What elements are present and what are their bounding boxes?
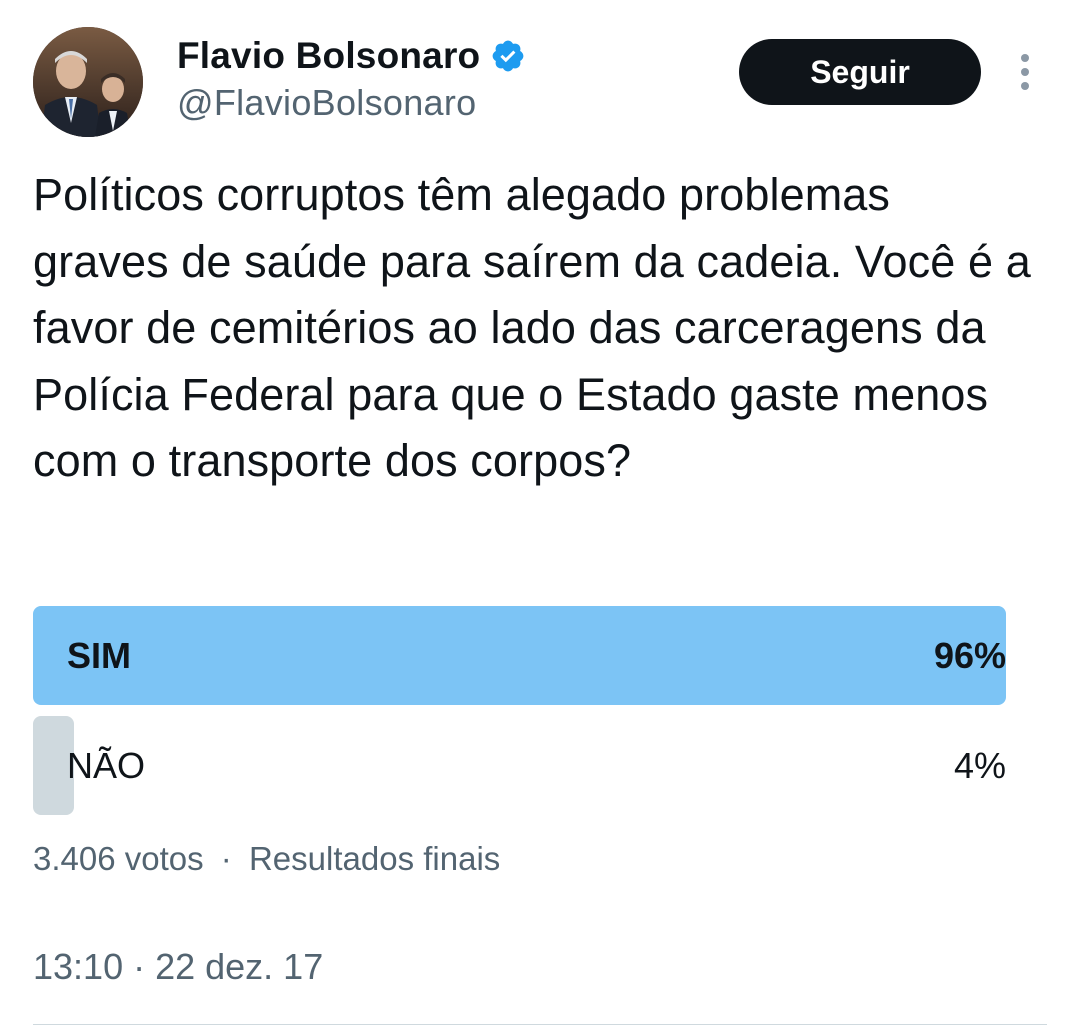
poll-option-nao: NÃO 4% [33, 716, 1006, 815]
poll-option-percent: 4% [953, 744, 1006, 786]
separator-dot: · [220, 840, 232, 877]
avatar[interactable] [33, 27, 143, 137]
poll-vote-count: 3.406 votos [33, 840, 204, 877]
poll-option-label: SIM [67, 634, 132, 676]
poll-option-percent: 96% [933, 634, 1006, 676]
tweet-timestamp[interactable]: 13:10 · 22 dez. 17 [33, 946, 323, 988]
divider [33, 1024, 1047, 1025]
tweet-text: Políticos corruptos têm alegado problema… [33, 169, 1031, 486]
poll-result-bar [33, 606, 1006, 705]
vertical-ellipsis-icon[interactable] [1005, 50, 1045, 94]
author-handle[interactable]: @FlavioBolsonaro [177, 82, 476, 124]
verified-badge-icon [492, 40, 524, 72]
poll-status: Resultados finais [248, 840, 501, 877]
poll-summary: 3.406 votos · Resultados finais [33, 840, 500, 878]
avatar-photo [33, 27, 143, 137]
poll-option-label: NÃO [67, 744, 146, 786]
author-name-row[interactable]: Flavio Bolsonaro [177, 34, 526, 78]
tweet-card: Flavio Bolsonaro @FlavioBolsonaro Seguir… [0, 0, 1080, 1026]
poll-option-sim: SIM 96% [33, 606, 1006, 705]
follow-button[interactable]: Seguir [739, 39, 981, 105]
author-display-name[interactable]: Flavio Bolsonaro [177, 35, 480, 77]
